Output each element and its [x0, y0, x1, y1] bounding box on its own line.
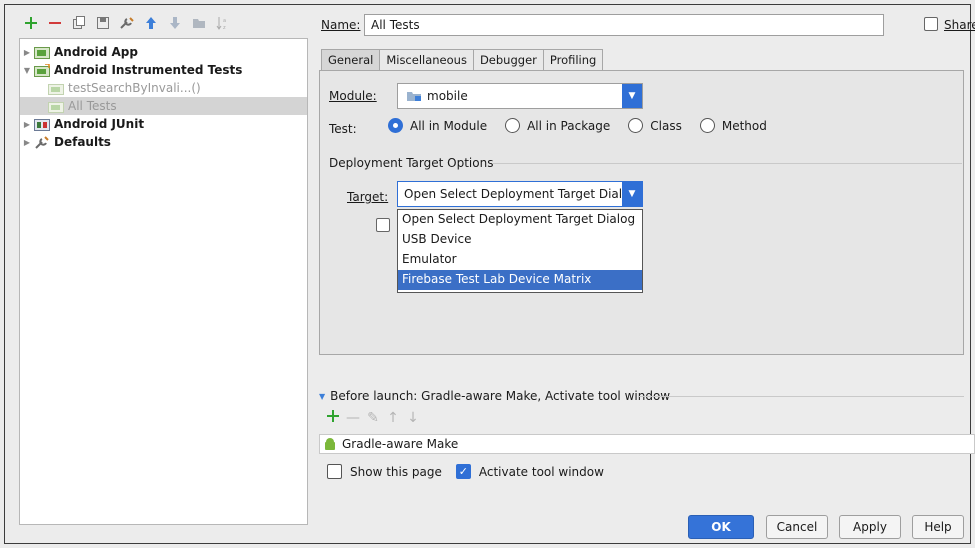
android-icon — [324, 437, 336, 451]
test-config-icon — [48, 100, 64, 113]
name-label: Name: — [321, 18, 361, 32]
svg-text:a: a — [223, 18, 226, 24]
dropdown-option-highlighted[interactable]: Firebase Test Lab Device Matrix — [398, 270, 642, 290]
expanded-arrow-icon[interactable]: ▼ — [20, 66, 34, 75]
module-combo[interactable]: mobile ▼ — [397, 83, 643, 109]
tree-item-android-app[interactable]: ▶ Android App — [20, 43, 307, 61]
activate-tool-window-checkbox[interactable]: ✓ — [455, 464, 471, 479]
before-launch-list: Gradle-aware Make — [319, 434, 975, 454]
radio-icon[interactable] — [628, 118, 644, 133]
share-label: Share — [944, 18, 975, 32]
tab-profiling[interactable]: Profiling — [542, 49, 604, 71]
chevron-down-icon[interactable]: ▼ — [622, 84, 642, 108]
run-configurations-dialog: az ▶ Android App ▼ Android Instrumented … — [4, 4, 975, 544]
dropdown-option[interactable]: Open Select Deployment Target Dialog — [398, 210, 642, 230]
list-item[interactable]: Gradle-aware Make — [324, 437, 458, 451]
defaults-wrench-icon — [34, 135, 50, 149]
partially-hidden-checkbox[interactable] — [376, 218, 390, 232]
radio-method[interactable]: Method — [699, 118, 767, 133]
name-field[interactable]: All Tests — [364, 14, 884, 36]
add-icon[interactable] — [19, 12, 43, 34]
move-up-icon[interactable]: ↑ — [383, 410, 403, 426]
tree-toolbar: az — [19, 12, 235, 34]
radio-icon[interactable] — [699, 118, 715, 133]
module-label: Module: — [329, 89, 377, 103]
section-divider — [492, 163, 962, 164]
move-down-icon[interactable]: ↓ — [403, 410, 423, 426]
dropdown-option[interactable]: USB Device — [398, 230, 642, 250]
wrench-icon[interactable] — [115, 12, 139, 34]
move-up-icon[interactable] — [139, 12, 163, 34]
before-launch-toolbar: — ✎ ↑ ↓ — [323, 410, 423, 426]
edit-pencil-icon[interactable]: ✎ — [363, 410, 383, 426]
tree-item-test-search[interactable]: testSearchByInvali...() — [20, 79, 307, 97]
save-icon[interactable] — [91, 12, 115, 34]
tree-item-android-junit[interactable]: ▶ Android JUnit — [20, 115, 307, 133]
target-combo[interactable]: Open Select Deployment Target Dialog ▼ — [397, 181, 643, 207]
share-checkbox[interactable] — [924, 17, 938, 31]
ok-button[interactable]: OK — [688, 515, 754, 539]
expanded-triangle-icon[interactable]: ▼ — [319, 392, 325, 401]
tab-bar: General Miscellaneous Debugger Profiling — [321, 49, 604, 71]
android-tests-icon — [34, 62, 50, 77]
tree-item-defaults[interactable]: ▶ Defaults — [20, 133, 307, 151]
add-icon[interactable] — [323, 410, 343, 426]
before-launch-header[interactable]: ▼ Before launch: Gradle-aware Make, Acti… — [319, 389, 670, 403]
chevron-down-icon[interactable]: ▼ — [622, 182, 642, 206]
module-folder-icon — [406, 90, 422, 102]
before-launch-options: Show this page ✓ Activate tool window — [327, 464, 604, 479]
section-divider — [638, 396, 964, 397]
radio-selected-icon[interactable] — [388, 118, 403, 133]
collapsed-arrow-icon[interactable]: ▶ — [20, 138, 34, 147]
test-label: Test: — [329, 122, 357, 136]
help-button[interactable]: Help — [912, 515, 964, 539]
remove-icon[interactable] — [43, 12, 67, 34]
radio-all-in-module[interactable]: All in Module — [388, 118, 487, 133]
dropdown-option[interactable]: Emulator — [398, 250, 642, 270]
configurations-tree: ▶ Android App ▼ Android Instrumented Tes… — [19, 38, 308, 525]
apply-button[interactable]: Apply — [839, 515, 901, 539]
sort-icon[interactable]: az — [211, 12, 235, 34]
collapsed-arrow-icon[interactable]: ▶ — [20, 120, 34, 129]
folder-icon[interactable] — [187, 12, 211, 34]
test-config-icon — [48, 82, 64, 95]
radio-icon[interactable] — [505, 118, 521, 133]
cancel-button[interactable]: Cancel — [766, 515, 828, 539]
remove-icon[interactable]: — — [343, 410, 363, 426]
target-label: Target: — [347, 190, 389, 204]
android-app-icon — [34, 46, 50, 59]
junit-icon — [34, 118, 50, 131]
move-down-icon[interactable] — [163, 12, 187, 34]
tab-debugger[interactable]: Debugger — [472, 49, 544, 71]
tree-item-android-instrumented-tests[interactable]: ▼ Android Instrumented Tests — [20, 61, 307, 79]
target-dropdown-list: Open Select Deployment Target Dialog USB… — [397, 209, 643, 293]
deployment-section-title: Deployment Target Options — [329, 156, 494, 170]
tab-general[interactable]: General — [321, 49, 381, 71]
radio-all-in-package[interactable]: All in Package — [505, 118, 610, 133]
svg-text:z: z — [223, 25, 226, 30]
test-scope-radio-group: All in Module All in Package Class Metho… — [388, 118, 785, 133]
radio-class[interactable]: Class — [628, 118, 682, 133]
tree-item-all-tests[interactable]: All Tests — [20, 97, 307, 115]
show-page-checkbox[interactable] — [327, 464, 342, 479]
tab-miscellaneous[interactable]: Miscellaneous — [379, 49, 474, 71]
copy-icon[interactable] — [67, 12, 91, 34]
collapsed-arrow-icon[interactable]: ▶ — [20, 48, 34, 57]
